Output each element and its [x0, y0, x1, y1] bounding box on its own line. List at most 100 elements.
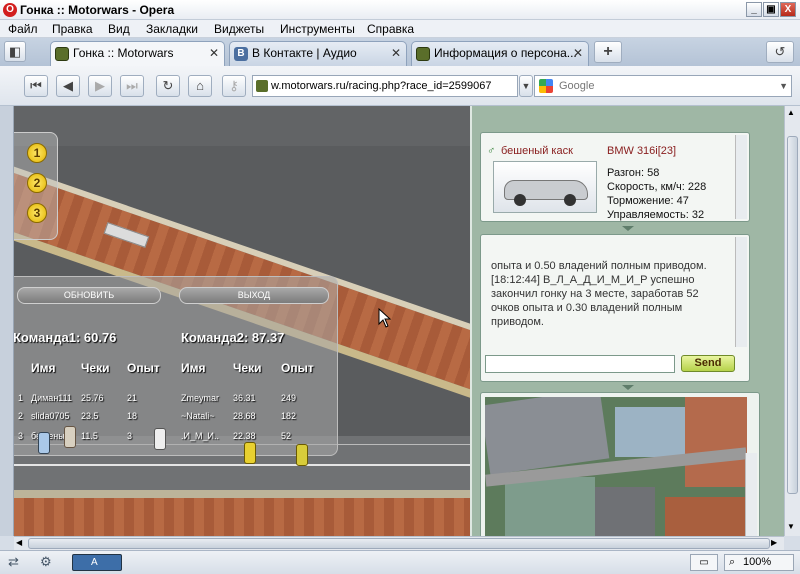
horizontal-scroll-thumb[interactable]	[28, 538, 770, 549]
navigation-bar: ⏮ ◀ ▶ ⏭ ↻ ⌂ ⚷ w.motorwars.ru/racing.php?…	[0, 66, 800, 106]
team2-row-exp: 249	[281, 393, 297, 403]
search-field[interactable]: Google ▼	[534, 75, 792, 97]
menu-file[interactable]: Файл	[8, 22, 38, 36]
team2-row-checks: 36.31	[233, 393, 256, 403]
url-text: w.motorwars.ru/racing.php?race_id=259906…	[271, 80, 492, 92]
sync-icon[interactable]: ⇄	[8, 554, 19, 570]
score-panel: ОБНОВИТЬ ВЫХОД Команда1: 60.76 Команда2:…	[14, 276, 338, 456]
stat-acceleration: Разгон: 58	[607, 167, 660, 179]
map-card	[480, 392, 760, 536]
back-icon[interactable]: ◀	[56, 75, 80, 97]
stat-speed: Скорость, км/ч: 228	[607, 181, 707, 193]
motorwars-favicon-icon	[416, 47, 430, 61]
scroll-down-icon[interactable]: ▼	[787, 522, 795, 531]
collapse-arrow-icon[interactable]	[622, 385, 634, 390]
tab-vkontakte[interactable]: B В Контакте | Аудио ✕	[229, 41, 407, 66]
car-icon	[64, 426, 76, 448]
car-card-scrollbar[interactable]	[735, 135, 747, 219]
closed-tabs-icon[interactable]: ↺	[766, 41, 794, 63]
car-image	[493, 161, 597, 213]
close-window-button[interactable]: X	[780, 2, 796, 17]
menu-widgets[interactable]: Виджеты	[214, 22, 264, 36]
rewind-icon[interactable]: ⏮	[24, 75, 48, 97]
city-map[interactable]	[485, 397, 747, 536]
unite-icon[interactable]: ⚙	[40, 554, 52, 570]
maximize-button[interactable]: ▣	[763, 2, 779, 17]
team1-row-checks: 23.5	[81, 411, 99, 421]
side-panel-strip[interactable]	[0, 106, 14, 536]
scroll-left-icon[interactable]: ◀	[16, 538, 22, 547]
right-panel: ♂ бешеный каск BMW 316i[23] Разгон: 58 С…	[470, 106, 784, 536]
vertical-scrollbar[interactable]: ▲ ▼	[784, 106, 800, 536]
tab-motorwars[interactable]: Гонка :: Motorwars ✕	[50, 41, 225, 67]
forward-icon[interactable]: ▶	[88, 75, 112, 97]
positions-panel: 1 2 3	[14, 132, 58, 240]
stat-handling: Управляемость: 32	[607, 209, 705, 221]
minimize-button[interactable]: _	[746, 2, 762, 17]
home-icon[interactable]: ⌂	[188, 75, 212, 97]
google-icon	[539, 79, 553, 93]
header-exp: Опыт	[281, 361, 314, 375]
header-checks: Чеки	[233, 361, 262, 375]
collapse-arrow-icon[interactable]	[622, 226, 634, 231]
vertical-scroll-thumb[interactable]	[787, 136, 798, 494]
address-dropdown-icon[interactable]: ▼	[519, 75, 533, 97]
menu-tools[interactable]: Инструменты	[280, 22, 355, 36]
panel-toggle-icon[interactable]: ◧	[4, 41, 26, 62]
zoom-control[interactable]: ⌕ 100%	[724, 554, 794, 571]
team1-row-checks: 25.76	[81, 393, 104, 403]
race-track: 1 2 3 ОБНОВИТЬ ВЫХОД Команда1: 60.76 Ком…	[14, 106, 470, 536]
scroll-right-icon[interactable]: ▶	[771, 538, 777, 547]
position-3-badge: 3	[27, 203, 47, 223]
close-tab-icon[interactable]: ✕	[209, 46, 219, 60]
menu-help[interactable]: Справка	[367, 22, 414, 36]
scroll-up-icon[interactable]: ▲	[787, 108, 795, 117]
stat-braking: Торможение: 47	[607, 195, 689, 207]
tab-label: Гонка :: Motorwars	[73, 46, 174, 60]
tab-label: В Контакте | Аудио	[252, 46, 357, 60]
refresh-button[interactable]: ОБНОВИТЬ	[17, 287, 161, 304]
header-name: Имя	[31, 361, 56, 375]
exit-button[interactable]: ВЫХОД	[179, 287, 329, 304]
key-icon[interactable]: ⚷	[222, 75, 246, 97]
tab-info[interactable]: Информация о персона... ✕	[411, 41, 589, 66]
chat-input[interactable]	[485, 355, 675, 373]
reload-icon[interactable]: ↻	[156, 75, 180, 97]
tab-bar: ◧ Гонка :: Motorwars ✕ B В Контакте | Ау…	[0, 38, 800, 67]
close-tab-icon[interactable]: ✕	[573, 46, 583, 60]
send-button[interactable]: Send	[681, 355, 735, 372]
team1-row-num: 1	[18, 393, 24, 403]
new-tab-icon[interactable]: +	[594, 41, 622, 63]
menu-edit[interactable]: Правка	[52, 22, 93, 36]
male-icon: ♂	[487, 145, 496, 157]
menu-view[interactable]: Вид	[108, 22, 130, 36]
menu-bookmarks[interactable]: Закладки	[146, 22, 198, 36]
team1-row-name: slida0705	[31, 411, 70, 421]
horizontal-scrollbar[interactable]: ◀ ▶	[14, 536, 784, 550]
chat-scrollbar[interactable]	[735, 237, 747, 347]
team2-row-name: ~Natali~	[181, 411, 215, 421]
car-info-card: ♂ бешеный каск BMW 316i[23] Разгон: 58 С…	[480, 132, 750, 222]
opera-icon[interactable]: O	[3, 3, 17, 17]
team2-row-exp: 52	[281, 431, 292, 441]
language-indicator[interactable]: A	[72, 554, 122, 571]
address-field[interactable]: w.motorwars.ru/racing.php?race_id=259906…	[252, 75, 518, 97]
team1-row-num: 2	[18, 411, 24, 421]
team2-row-name: .И_М_И..	[181, 431, 219, 441]
map-scrollbar[interactable]	[745, 453, 757, 536]
position-1-badge: 1	[27, 143, 47, 163]
car-icon	[154, 428, 166, 450]
team2-score: Команда2: 87.37	[181, 330, 285, 345]
tab-label: Информация о персона...	[434, 46, 577, 60]
title-bar: O Гонка :: Motorwars - Opera _ ▣ X	[0, 0, 800, 20]
search-dropdown-icon[interactable]: ▼	[779, 76, 788, 96]
car-owner-name[interactable]: бешеный каск	[501, 145, 573, 157]
chat-card: опыта и 0.50 владений полным приводом. […	[480, 234, 750, 382]
close-tab-icon[interactable]: ✕	[391, 46, 401, 60]
fast-forward-icon[interactable]: ⏭	[120, 75, 144, 97]
vk-favicon-icon: B	[234, 47, 248, 61]
search-placeholder: Google	[559, 80, 595, 92]
team1-score: Команда1: 60.76	[14, 330, 117, 345]
header-name: Имя	[181, 361, 206, 375]
view-mode-icon[interactable]: ▭	[690, 554, 718, 571]
